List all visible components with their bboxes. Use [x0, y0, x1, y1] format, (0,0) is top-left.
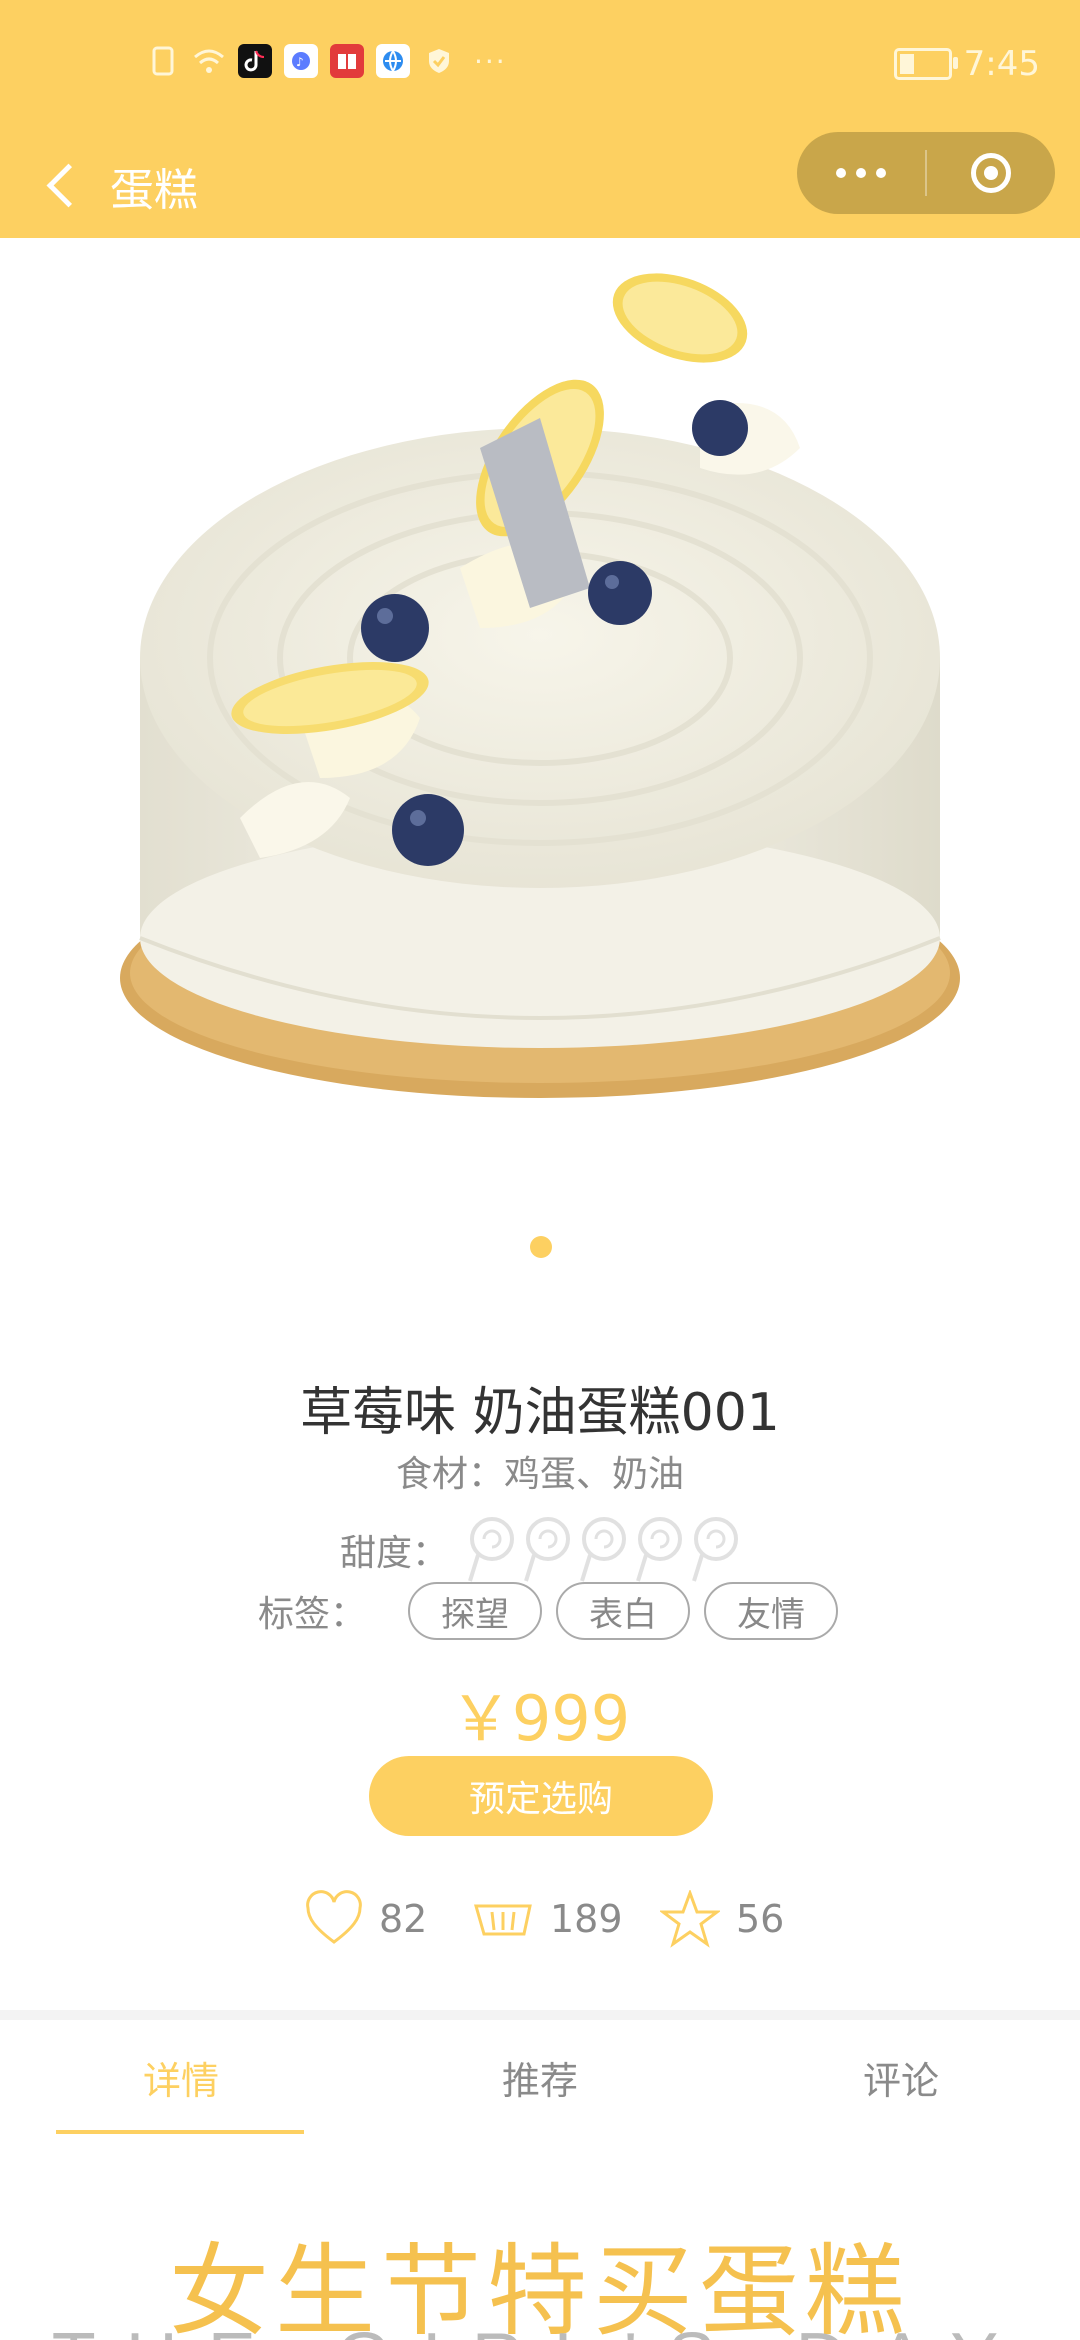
book-app-icon	[330, 44, 364, 78]
favorite-count: 56	[736, 1897, 785, 1941]
lollipop-icon	[522, 1515, 574, 1585]
tags-label: 标签：	[258, 1594, 367, 1635]
wifi-icon	[192, 44, 226, 78]
tab-bar: 详情 推荐 评论	[0, 2020, 1080, 2140]
tab-recommend[interactable]: 推荐	[502, 2050, 578, 2105]
status-time: 7:45	[963, 44, 1040, 84]
product-ingredients: 食材：鸡蛋、奶油	[395, 1454, 684, 1495]
product-image-carousel[interactable]	[0, 238, 1080, 1288]
more-options-button[interactable]	[797, 132, 925, 214]
top-bar: ♪ ··· 7:45 蛋糕	[0, 0, 1080, 238]
section-divider	[0, 2010, 1080, 2020]
more-notifications-icon: ···	[474, 44, 507, 78]
music-app-icon: ♪	[284, 44, 318, 78]
close-miniapp-button[interactable]	[927, 132, 1055, 214]
target-close-icon	[971, 153, 1011, 193]
tiktok-app-icon	[238, 44, 272, 78]
browser-app-icon	[376, 44, 410, 78]
active-tab-indicator	[56, 2130, 304, 2134]
banner-subtitle: THE GIRL'S DAY	[0, 2318, 1080, 2340]
chevron-left-icon	[46, 163, 90, 207]
battery-icon	[893, 48, 958, 80]
cart-stat[interactable]: 189	[472, 1890, 623, 1948]
product-name: 草莓味 奶油蛋糕001	[0, 1370, 1080, 1445]
sweetness-rating: 甜度：	[340, 1515, 746, 1585]
svg-text:♪: ♪	[296, 55, 304, 69]
lollipop-icon	[578, 1515, 630, 1585]
basket-icon	[474, 1904, 532, 1936]
lollipop-icon	[690, 1515, 742, 1585]
sim-icon	[146, 44, 180, 78]
favorite-stat[interactable]: 56	[660, 1890, 784, 1948]
sweetness-label: 甜度：	[340, 1533, 449, 1574]
nav-bar: 蛋糕	[0, 132, 1080, 238]
status-right: 7:45	[893, 44, 1040, 84]
carousel-dot-active[interactable]	[530, 1236, 552, 1258]
tag-chip[interactable]: 友情	[704, 1582, 839, 1640]
miniapp-capsule	[797, 132, 1055, 214]
lollipop-icon	[634, 1515, 686, 1585]
like-stat[interactable]: 82	[305, 1890, 427, 1948]
tab-details[interactable]: 详情	[143, 2050, 219, 2105]
star-icon	[660, 1890, 720, 1948]
heart-icon	[306, 1890, 362, 1944]
status-bar: ♪ ··· 7:45	[0, 0, 1080, 132]
cart-count: 189	[550, 1897, 623, 1941]
promo-banner: 女生节特买蛋糕 THE GIRL'S DAY	[0, 2150, 1080, 2340]
cake-image	[120, 273, 960, 1098]
product-name-text: 草莓味 奶油蛋糕001	[300, 1383, 780, 1443]
back-button[interactable]	[32, 150, 92, 220]
status-icons: ♪ ···	[146, 44, 507, 78]
buy-button[interactable]: 预定选购	[369, 1756, 713, 1836]
tag-chip[interactable]: 探望	[408, 1582, 543, 1640]
tab-reviews[interactable]: 评论	[863, 2050, 939, 2105]
lollipop-icon	[466, 1515, 518, 1585]
shield-icon	[422, 44, 456, 78]
stats-row: 82 189 56	[0, 1890, 1080, 1960]
product-price: ￥999	[449, 1682, 631, 1755]
more-dots-icon	[836, 168, 886, 178]
product-tags: 标签： 探望 表白 友情	[258, 1582, 852, 1640]
page-title: 蛋糕	[110, 165, 198, 216]
like-count: 82	[379, 1897, 428, 1941]
tag-chip[interactable]: 表白	[556, 1582, 691, 1640]
